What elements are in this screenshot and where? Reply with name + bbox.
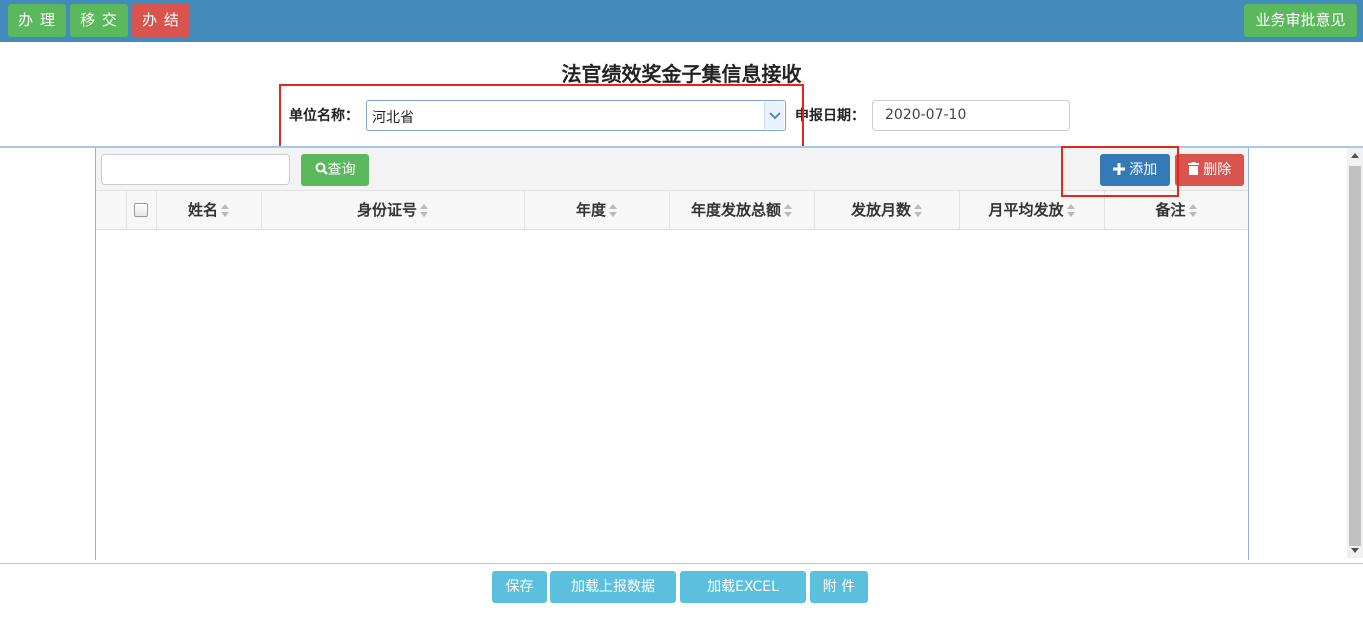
column-label: 年度发放总额 bbox=[690, 201, 781, 219]
column-label: 年度 bbox=[575, 201, 606, 219]
column-label: 发放月数 bbox=[850, 201, 911, 219]
footer-bar: 保存 加载上报数据 加载EXCEL 附 件 bbox=[0, 563, 1363, 625]
column-header-months[interactable]: 发放月数 bbox=[815, 191, 960, 229]
highlight-box-unit bbox=[279, 84, 804, 148]
page-title: 法官绩效奖金子集信息接收 bbox=[561, 62, 802, 86]
column-header-year[interactable]: 年度 bbox=[525, 191, 670, 229]
row-number-header bbox=[96, 191, 127, 229]
column-label: 姓名 bbox=[187, 201, 218, 219]
table-body bbox=[96, 230, 1248, 560]
sort-icon bbox=[221, 203, 230, 218]
vertical-scrollbar[interactable] bbox=[1347, 148, 1363, 558]
query-button[interactable]: 查询 bbox=[301, 154, 369, 186]
top-toolbar: 办 理 移 交 办 结 业务审批意见 bbox=[0, 0, 1363, 42]
sort-icon bbox=[1188, 203, 1198, 218]
query-button-label: 查询 bbox=[327, 162, 356, 178]
search-input[interactable] bbox=[101, 154, 290, 185]
attachment-button[interactable]: 附 件 bbox=[810, 571, 868, 603]
column-header-name[interactable]: 姓名 bbox=[157, 191, 262, 229]
load-reported-data-button[interactable]: 加载上报数据 bbox=[550, 571, 676, 603]
transfer-button[interactable]: 移 交 bbox=[70, 4, 128, 37]
sort-icon bbox=[1066, 203, 1076, 218]
report-date-label: 申报日期： bbox=[795, 108, 865, 124]
column-label: 月平均发放 bbox=[988, 201, 1064, 219]
sort-icon bbox=[914, 203, 923, 218]
column-header-id-number[interactable]: 身份证号 bbox=[262, 191, 525, 229]
scroll-down-icon[interactable] bbox=[1351, 548, 1359, 553]
scroll-up-icon[interactable] bbox=[1351, 153, 1359, 158]
close-case-button[interactable]: 办 结 bbox=[132, 4, 190, 37]
select-all-checkbox[interactable] bbox=[134, 203, 148, 217]
search-icon bbox=[315, 162, 328, 175]
sort-icon bbox=[420, 203, 429, 218]
column-label: 备注 bbox=[1155, 201, 1186, 219]
trash-icon bbox=[1187, 162, 1199, 175]
select-all-header bbox=[127, 191, 157, 229]
column-label: 身份证号 bbox=[356, 201, 417, 219]
handle-button[interactable]: 办 理 bbox=[8, 4, 66, 37]
column-header-annual-total[interactable]: 年度发放总额 bbox=[670, 191, 815, 229]
highlight-box-add bbox=[1061, 146, 1179, 197]
load-excel-button[interactable]: 加载EXCEL bbox=[680, 571, 806, 603]
datagrid-panel: 查询 添加 删除 姓名 身份证号 年度 年度发放总额 发放月数 月平均发放 备注 bbox=[95, 148, 1249, 560]
save-button[interactable]: 保存 bbox=[492, 571, 547, 603]
sort-icon bbox=[784, 203, 793, 218]
report-date-field[interactable]: 2020-07-10 bbox=[872, 100, 1070, 131]
approval-opinion-button[interactable]: 业务审批意见 bbox=[1244, 4, 1357, 37]
delete-button-label: 删除 bbox=[1203, 162, 1232, 178]
scroll-thumb[interactable] bbox=[1349, 166, 1361, 546]
sort-icon bbox=[609, 203, 618, 218]
delete-button[interactable]: 删除 bbox=[1175, 154, 1244, 186]
